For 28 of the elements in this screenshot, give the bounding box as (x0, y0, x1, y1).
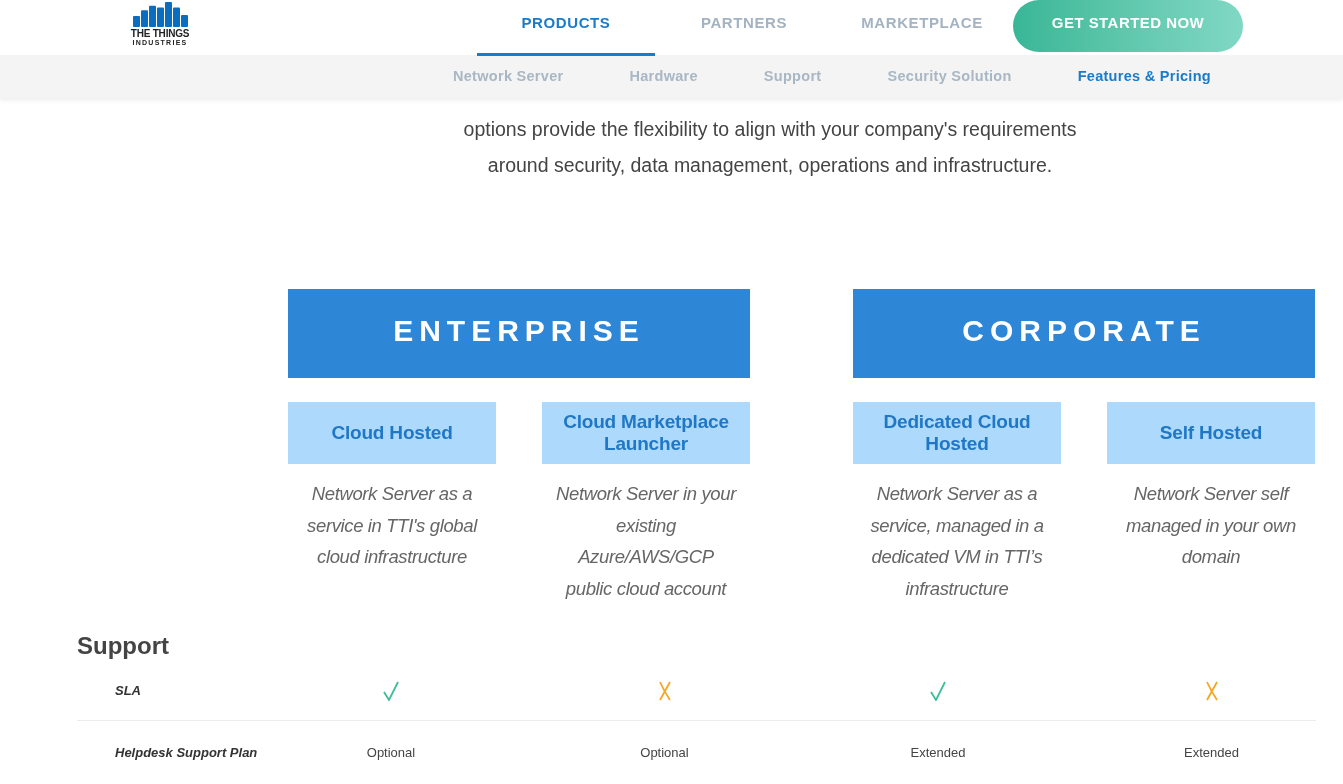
plan-header: ENTERPRISE (288, 289, 750, 378)
option-description: Network Server as a service, managed in a dedicated VM in TTI’s infrastructure (870, 482, 1044, 601)
subnav-link[interactable]: Hardware (629, 65, 698, 88)
subnav-link[interactable]: Network Server (453, 65, 564, 88)
get-started-button[interactable]: GET STARTED NOW (1013, 0, 1243, 52)
option-title: Dedicated Cloud Hosted (853, 402, 1061, 464)
option-description: Network Server in your existing Azure/AWS/GCP public cloud account (556, 482, 736, 601)
option-title: Cloud Hosted (288, 402, 496, 464)
table-cell-text: Optional (640, 743, 689, 762)
table-cell-text: Optional (366, 743, 416, 762)
table-cell-text: Extended (910, 743, 966, 762)
intro-paragraph: options provide the flexibility to align with your company's requirements around security, data management, operations and infrastructure. (463, 117, 1077, 178)
option-title: Cloud Marketplace Launcher (542, 402, 750, 464)
option-title: Self Hosted (1107, 402, 1315, 464)
plan-header: CORPORATE (853, 289, 1315, 378)
subnav-link[interactable]: Support (763, 65, 822, 88)
table-cell-text: Extended (1184, 743, 1239, 762)
nav-tab[interactable]: MARKETPLACE (833, 0, 1011, 56)
subnav-link[interactable]: Features & Pricing (1077, 65, 1211, 88)
option-description: Network Server self managed in your own domain (1126, 482, 1296, 569)
section-heading: Support (77, 631, 169, 661)
subnav-link[interactable]: Security Solution (887, 65, 1012, 88)
nav-tab[interactable]: PARTNERS (655, 0, 833, 56)
logo-title: THE THINGS (130, 29, 190, 39)
logo-bars-icon (132, 2, 188, 27)
feature-label: Helpdesk Support Plan (115, 743, 258, 762)
feature-label: SLA (115, 681, 141, 700)
option-description: Network Server as a service in TTI's global cloud infrastructure (307, 482, 477, 569)
